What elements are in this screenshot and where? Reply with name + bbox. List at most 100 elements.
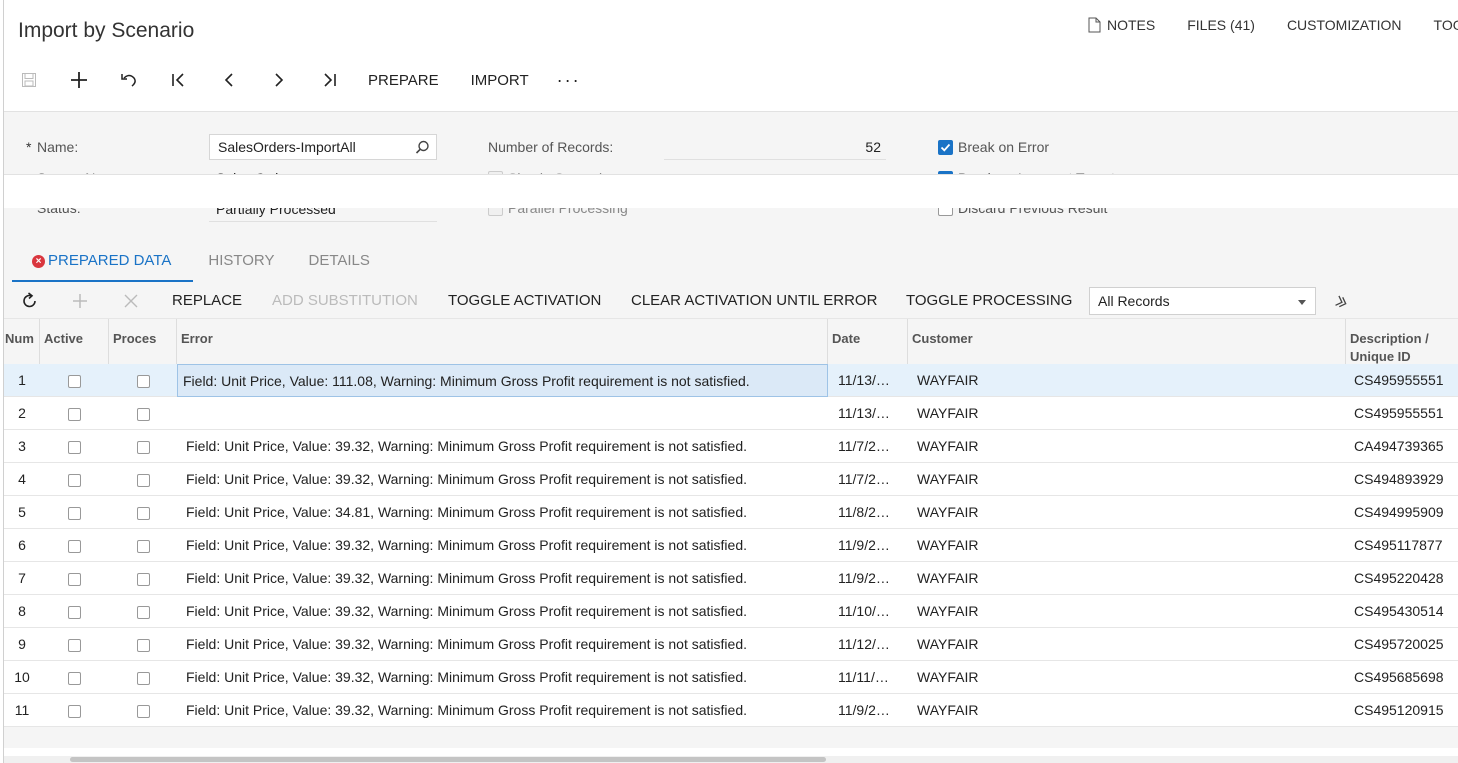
- tools-link[interactable]: TOO: [1434, 17, 1458, 33]
- cell-date: 11/9/2…: [838, 570, 890, 586]
- previous-record-icon[interactable]: [218, 69, 240, 91]
- undo-icon[interactable]: [118, 69, 140, 91]
- table-row[interactable]: 10 Field: Unit Price, Value: 39.32, Warni…: [4, 661, 1458, 694]
- row-checkbox[interactable]: [136, 671, 150, 685]
- cell-description: CS495955551: [1354, 405, 1444, 421]
- table-row[interactable]: 9 Field: Unit Price, Value: 39.32, Warnin…: [4, 628, 1458, 661]
- row-checkbox[interactable]: [68, 374, 81, 388]
- cell-processed: [109, 463, 177, 496]
- table-row[interactable]: 2 11/13/… WAYFAIR CS495955551: [4, 397, 1458, 430]
- cell-processed: [109, 661, 177, 694]
- break-on-error-label: Break on Error: [958, 139, 1050, 155]
- more-actions-button[interactable]: ···: [557, 70, 581, 91]
- refresh-icon[interactable]: [20, 291, 40, 311]
- row-checkbox[interactable]: [136, 572, 150, 586]
- cell-active: [40, 397, 109, 430]
- row-checkbox[interactable]: [68, 473, 81, 487]
- row-checkbox[interactable]: [136, 473, 150, 487]
- top-links: NOTES FILES (41) CUSTOMIZATION TOO: [1088, 17, 1458, 33]
- row-checkbox[interactable]: [68, 572, 81, 586]
- table-row[interactable]: 4 Field: Unit Price, Value: 39.32, Warnin…: [4, 463, 1458, 496]
- cell-description: CS495120915: [1354, 702, 1444, 718]
- table-row[interactable]: 1 Field: Unit Price, Value: 111.08, Warni…: [4, 364, 1458, 397]
- cell-description: CS495685698: [1354, 669, 1444, 685]
- status-underline: [209, 221, 437, 222]
- cell-date: 11/9/2…: [838, 537, 890, 553]
- table-row[interactable]: 3 Field: Unit Price, Value: 39.32, Warnin…: [4, 430, 1458, 463]
- break-on-error-checkbox[interactable]: Break on Error: [938, 139, 1049, 155]
- toggle-activation-button[interactable]: TOGGLE ACTIVATION: [448, 292, 601, 309]
- row-checkbox[interactable]: [136, 407, 150, 421]
- table-row[interactable]: 7 Field: Unit Price, Value: 39.32, Warnin…: [4, 562, 1458, 595]
- row-checkbox[interactable]: [136, 374, 150, 388]
- table-row[interactable]: 11 Field: Unit Price, Value: 39.32, Warni…: [4, 694, 1458, 727]
- row-checkbox[interactable]: [136, 638, 150, 652]
- cell-num: 1: [18, 372, 26, 388]
- cell-description: CS494893929: [1354, 471, 1444, 487]
- number-of-records-label: Number of Records:: [488, 139, 614, 155]
- cell-num: 11: [14, 702, 30, 718]
- break-on-error-box: [938, 139, 953, 155]
- row-checkbox[interactable]: [136, 605, 150, 619]
- row-checkbox[interactable]: [68, 671, 81, 685]
- row-checkbox[interactable]: [136, 704, 150, 718]
- cell-processed: [109, 496, 177, 529]
- table-row[interactable]: 8 Field: Unit Price, Value: 39.32, Warnin…: [4, 595, 1458, 628]
- tab-details[interactable]: DETAILS: [292, 250, 387, 282]
- next-record-icon[interactable]: [268, 69, 290, 91]
- toggle-processing-button[interactable]: TOGGLE PROCESSING: [906, 292, 1072, 309]
- table-row[interactable]: 6 Field: Unit Price, Value: 39.32, Warnin…: [4, 529, 1458, 562]
- add-icon[interactable]: [68, 69, 90, 91]
- cell-description: CS495430514: [1354, 603, 1444, 619]
- save-icon[interactable]: [18, 69, 40, 91]
- row-checkbox[interactable]: [68, 638, 81, 652]
- cell-description: CS495220428: [1354, 570, 1444, 586]
- delete-row-icon[interactable]: [121, 291, 141, 311]
- row-checkbox[interactable]: [136, 539, 150, 553]
- import-button[interactable]: IMPORT: [471, 72, 529, 89]
- row-checkbox[interactable]: [68, 407, 81, 421]
- cell-customer: WAYFAIR: [917, 537, 979, 553]
- tab-prepared-data[interactable]: × PREPARED DATA: [12, 250, 194, 282]
- chevron-down-icon: [1298, 300, 1306, 305]
- row-checkbox[interactable]: [68, 506, 81, 520]
- cell-error: Field: Unit Price, Value: 34.81, Warning…: [186, 504, 747, 520]
- row-checkbox[interactable]: [68, 605, 81, 619]
- search-icon[interactable]: [415, 140, 430, 155]
- cell-active: [40, 694, 109, 727]
- horizontal-scrollbar[interactable]: [4, 756, 1458, 763]
- replace-button[interactable]: REPLACE: [172, 292, 242, 309]
- row-checkbox[interactable]: [136, 506, 150, 520]
- last-record-icon[interactable]: [318, 69, 340, 91]
- cell-error: Field: Unit Price, Value: 111.08, Warnin…: [177, 364, 828, 397]
- required-marker: *: [26, 139, 32, 155]
- row-checkbox[interactable]: [68, 440, 81, 454]
- scrollbar-thumb[interactable]: [70, 757, 826, 762]
- row-checkbox[interactable]: [68, 704, 81, 718]
- prepare-button[interactable]: PREPARE: [368, 72, 439, 89]
- tab-history[interactable]: HISTORY: [193, 250, 291, 282]
- add-row-icon[interactable]: [70, 291, 90, 311]
- row-checkbox[interactable]: [68, 539, 81, 553]
- records-filter-select[interactable]: All Records: [1089, 287, 1316, 315]
- files-link[interactable]: FILES (41): [1187, 17, 1255, 33]
- cell-active: [40, 628, 109, 661]
- clear-activation-until-error-button[interactable]: CLEAR ACTIVATION UNTIL ERROR: [631, 292, 877, 309]
- customization-label: CUSTOMIZATION: [1286, 17, 1402, 33]
- cell-customer: WAYFAIR: [917, 603, 979, 619]
- add-substitution-button[interactable]: ADD SUBSTITUTION: [272, 292, 418, 309]
- name-field[interactable]: SalesOrders-ImportAll: [209, 134, 437, 160]
- double-chevron-right-icon[interactable]: [1331, 292, 1351, 312]
- page-title: Import by Scenario: [18, 19, 195, 42]
- main-toolbar: PREPARE IMPORT ···: [18, 62, 581, 98]
- notes-link[interactable]: NOTES: [1088, 17, 1155, 33]
- name-label: Name:: [37, 139, 79, 155]
- cell-num: 7: [18, 570, 26, 586]
- cell-active: [40, 463, 109, 496]
- first-record-icon[interactable]: [168, 69, 190, 91]
- customization-link[interactable]: CUSTOMIZATION: [1287, 17, 1402, 33]
- cell-customer: WAYFAIR: [917, 669, 979, 685]
- cell-error: Field: Unit Price, Value: 39.32, Warning…: [186, 438, 747, 454]
- row-checkbox[interactable]: [136, 440, 150, 454]
- table-row[interactable]: 5 Field: Unit Price, Value: 34.81, Warnin…: [4, 496, 1458, 529]
